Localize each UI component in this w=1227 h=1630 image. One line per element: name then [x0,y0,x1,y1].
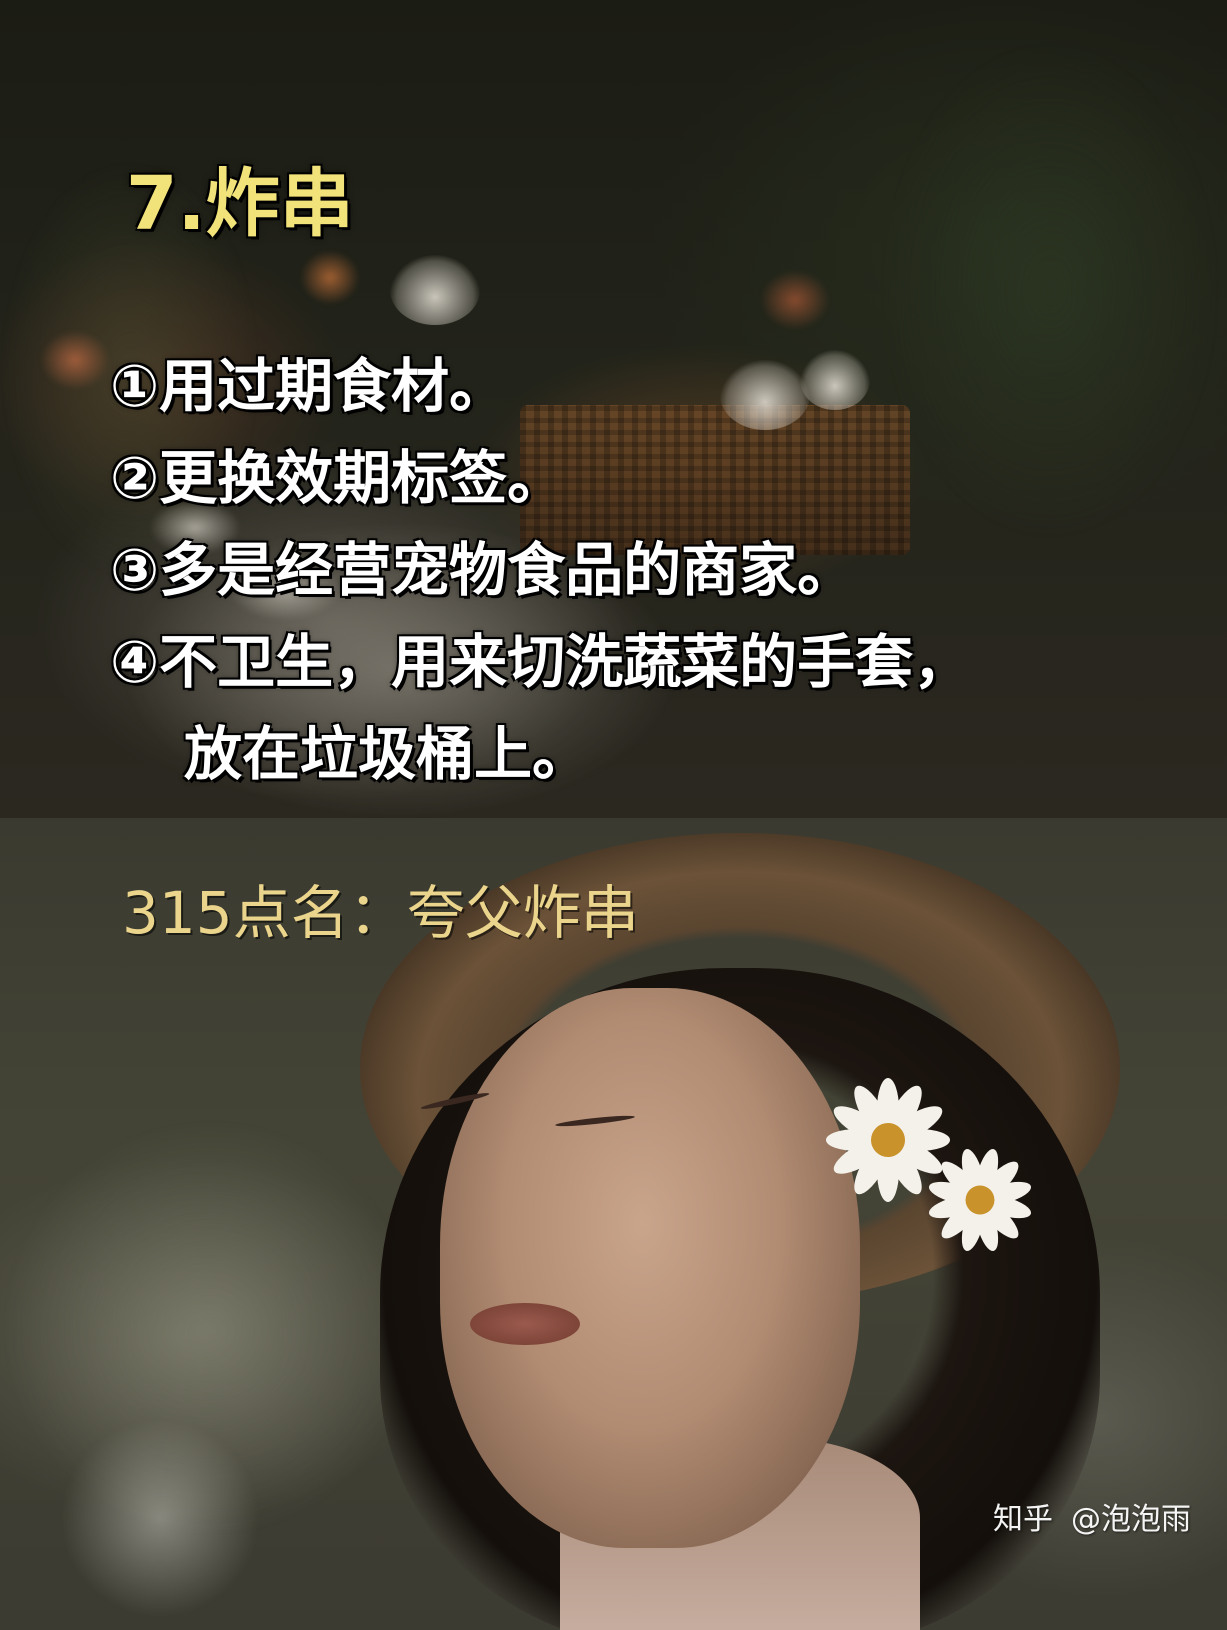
point-item: ④不卫生，用来切洗蔬菜的手套， 放在垃圾桶上。 [110,616,1150,800]
lips [470,1303,580,1345]
point-item: ①用过期食材。 [110,340,1150,432]
caption: 315点名：夸父炸串 [122,879,639,947]
orange-flower [40,330,110,390]
point-item: ③多是经营宠物食品的商家。 [110,524,1150,616]
point-item: ②更换效期标签。 [110,432,1150,524]
author-handle: @泡泡雨 [1071,1502,1191,1537]
zhihu-logo: 知乎 [993,1502,1053,1537]
orange-flower [300,250,360,305]
point-list: ①用过期食材。 ②更换效期标签。 ③多是经营宠物食品的商家。 ④不卫生，用来切洗… [110,340,1150,800]
point-text: ①用过期食材。 [110,352,508,420]
infographic-page: 7.炸串 ①用过期食材。 ②更换效期标签。 ③多是经营宠物食品的商家。 ④不卫生… [0,0,1227,1630]
orange-flower [760,270,830,330]
watermark: 知乎 @泡泡雨 [993,1500,1191,1540]
point-text: ③多是经营宠物食品的商家。 [110,536,856,604]
section-title: 7.炸串 [126,161,354,247]
face [440,988,860,1548]
blurred-flowers [60,1418,260,1618]
point-text: ④不卫生，用来切洗蔬菜的手套， [110,628,972,696]
white-lily [390,255,480,325]
point-text: ②更换效期标签。 [110,444,566,512]
point-text-continuation: 放在垃圾桶上。 [184,720,591,788]
